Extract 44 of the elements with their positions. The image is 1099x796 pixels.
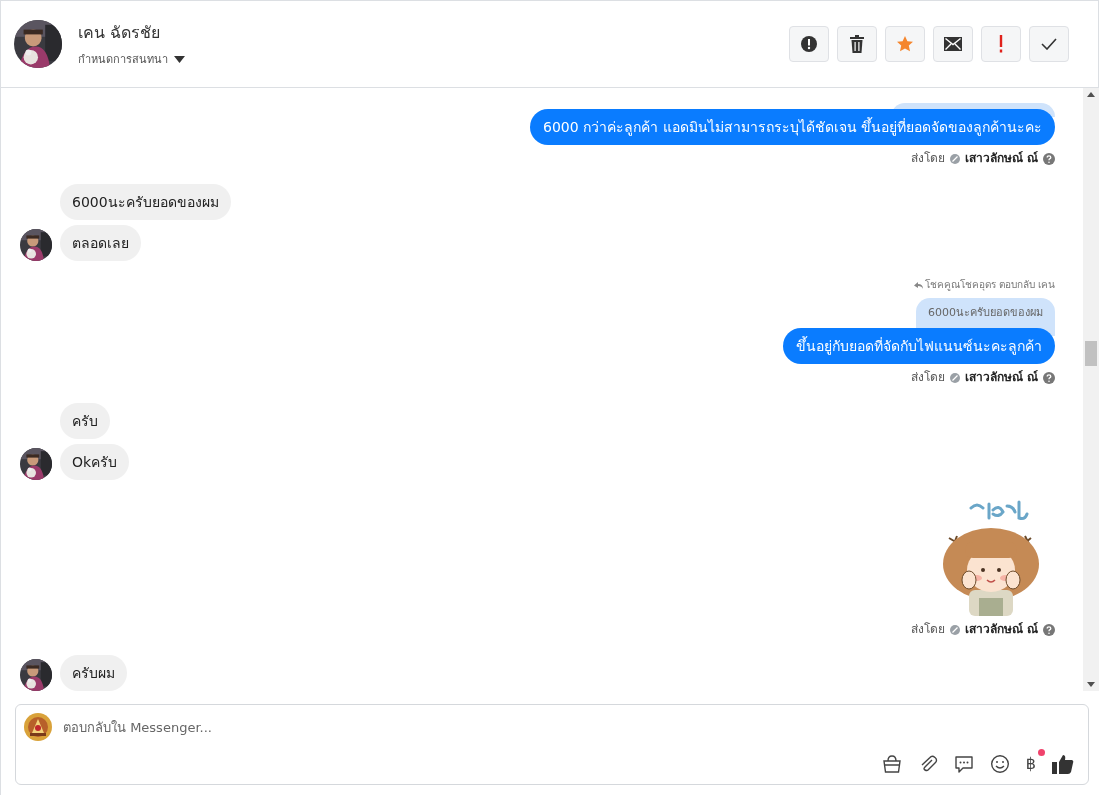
payment-button[interactable]: ฿ xyxy=(1025,754,1036,774)
scrollbar[interactable] xyxy=(1083,88,1099,691)
sender-name: เสาวลักษณ์ ณ์ xyxy=(964,622,1038,637)
help-icon[interactable] xyxy=(1043,371,1055,384)
sent-by-label: ส่งโดย xyxy=(910,151,945,166)
sent-by-label: ส่งโดย xyxy=(910,622,945,637)
scrollbar-thumb[interactable] xyxy=(1085,341,1097,366)
message-bubble: 6000 กว่าค่ะลูกค้า แอดมินไม่สามารถระบุได้ชัดเจน ขึ้นอยู่ที่ยอดจัดของลูกค้านะคะ xyxy=(530,109,1055,145)
emoji-icon[interactable] xyxy=(989,754,1010,774)
verified-icon xyxy=(949,153,960,164)
contact-name: เคน ฉัดรชัย xyxy=(78,22,162,44)
conversation-menu-label[interactable]: กำหนดการสนทนา xyxy=(78,50,168,68)
star-button[interactable] xyxy=(885,26,925,62)
message-bubble: 6000นะครับยอดของผม xyxy=(60,184,231,220)
done-button[interactable] xyxy=(1029,26,1069,62)
verified-icon xyxy=(949,372,960,383)
help-icon[interactable] xyxy=(1043,623,1055,636)
verified-icon xyxy=(949,624,960,635)
check-icon xyxy=(1041,38,1057,50)
sent-by-label: ส่งโดย xyxy=(910,370,945,385)
message-bubble: Okครับ xyxy=(60,444,130,480)
alert-button[interactable] xyxy=(789,26,829,62)
reply-icon xyxy=(913,281,923,289)
message-bubble: ครับ xyxy=(60,403,110,439)
scroll-up-icon[interactable] xyxy=(1087,92,1095,97)
alert-icon xyxy=(800,35,818,53)
chat-icon[interactable] xyxy=(953,754,974,774)
message-bubble: ตลอดเลย xyxy=(60,225,141,261)
caret-icon[interactable] xyxy=(174,55,185,63)
trash-button[interactable] xyxy=(837,26,877,62)
message-bubble: ขึ้นอยู่กับยอดที่จัดกับไฟแนนซ์นะคะลูกค้า xyxy=(783,328,1055,364)
help-icon[interactable] xyxy=(1043,152,1055,165)
message-bubble: ครับผม xyxy=(60,655,127,691)
thumbs-up-icon[interactable] xyxy=(1052,754,1074,774)
shopping-bag-icon[interactable] xyxy=(881,754,902,774)
reply-label: โชคคูณโชคอุดร ตอบกลับ เคน xyxy=(924,279,1055,291)
sender-name: เสาวลักษณ์ ณ์ xyxy=(964,151,1038,166)
trash-icon xyxy=(849,35,865,53)
scroll-down-icon[interactable] xyxy=(1087,682,1095,687)
exclamation-icon xyxy=(999,35,1003,53)
sender-name: เสาวลักษณ์ ณ์ xyxy=(964,370,1038,385)
envelope-icon xyxy=(944,37,962,51)
mail-button[interactable] xyxy=(933,26,973,62)
star-icon xyxy=(896,35,914,53)
